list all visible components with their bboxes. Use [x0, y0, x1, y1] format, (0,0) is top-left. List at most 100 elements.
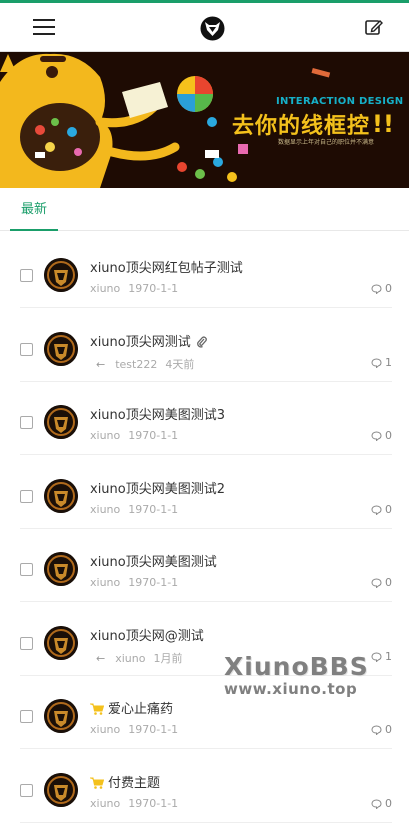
- thread-checkbox[interactable]: [20, 636, 33, 650]
- thread-date: 4天前: [165, 357, 195, 371]
- thread-author[interactable]: xiuno: [115, 652, 145, 665]
- avatar[interactable]: [44, 552, 78, 586]
- compose-icon[interactable]: [364, 17, 384, 37]
- thread-title[interactable]: xiuno顶尖网@测试: [90, 625, 204, 644]
- hamburger-icon[interactable]: [33, 19, 55, 37]
- thread-title-text[interactable]: 爱心止痛药: [108, 702, 173, 717]
- thread-title[interactable]: xiuno顶尖网美图测试3: [90, 404, 225, 423]
- thread-meta: xiuno 1970-1-1: [90, 576, 178, 589]
- reply-count: 0: [371, 282, 392, 295]
- comment-icon: [371, 356, 385, 369]
- thread-date: 1970-1-1: [128, 502, 179, 516]
- thread-title-text[interactable]: xiuno顶尖网@测试: [90, 629, 204, 644]
- thread-row[interactable]: 付费主题 xiuno 1970-1-1 0: [20, 750, 392, 823]
- thread-title[interactable]: xiuno顶尖网美图测试2: [90, 478, 225, 497]
- reply-count-value: 0: [385, 502, 392, 516]
- reply-arrow-icon: ←: [96, 651, 106, 665]
- reply-count-value: 1: [385, 355, 392, 369]
- reply-count-value: 0: [385, 576, 392, 589]
- thread-row[interactable]: xiuno顶尖网美图测试2 xiuno 1970-1-1 0: [20, 456, 392, 529]
- reply-count-value: 0: [385, 282, 392, 295]
- thread-checkbox[interactable]: [20, 783, 33, 797]
- thread-meta: xiuno 1970-1-1: [90, 797, 178, 810]
- thread-meta: xiuno 1970-1-1: [90, 723, 178, 736]
- tab-latest[interactable]: 最新: [10, 188, 58, 231]
- reply-count: 1: [371, 650, 392, 663]
- thread-author[interactable]: xiuno: [90, 429, 120, 442]
- thread-meta: ← test222 4天前: [90, 356, 194, 372]
- thread-checkbox[interactable]: [20, 563, 33, 576]
- thread-title-text[interactable]: xiuno顶尖网红包帖子测试: [90, 261, 243, 276]
- comment-icon: [371, 650, 385, 663]
- thread-author[interactable]: test222: [115, 358, 157, 371]
- thread-checkbox[interactable]: [20, 342, 33, 356]
- thread-title[interactable]: xiuno顶尖网美图测试: [90, 551, 217, 570]
- banner-subline: 数据显示上年对自己的职位并不满意: [278, 139, 375, 146]
- comment-icon: [371, 282, 385, 295]
- thread-row[interactable]: xiuno顶尖网红包帖子测试 xiuno 1970-1-1 0: [20, 235, 392, 308]
- tab-bar: 最新: [0, 188, 409, 231]
- comment-icon: [371, 797, 385, 810]
- banner[interactable]: INTERACTION DESIGN 去你的线框控 !! 数据显示上年对自己的职…: [0, 52, 409, 188]
- thread-title-text[interactable]: xiuno顶尖网测试: [90, 335, 191, 350]
- thread-author[interactable]: xiuno: [90, 723, 120, 736]
- banner-headline-cn: 去你的线框控: [232, 114, 371, 139]
- thread-row[interactable]: xiuno顶尖网美图测试3 xiuno 1970-1-1 0: [20, 382, 392, 455]
- avatar[interactable]: [44, 699, 78, 733]
- thread-meta: xiuno 1970-1-1: [90, 429, 178, 442]
- thread-meta: xiuno 1970-1-1: [90, 503, 178, 516]
- thread-date: 1970-1-1: [128, 429, 179, 442]
- thread-date: 1970-1-1: [128, 723, 179, 736]
- thread-title[interactable]: xiuno顶尖网测试: [90, 331, 208, 352]
- reply-count-value: 1: [385, 649, 392, 663]
- comment-icon: [371, 576, 385, 589]
- thread-row[interactable]: xiuno顶尖网美图测试 xiuno 1970-1-1 0: [20, 529, 392, 602]
- comment-icon: [371, 723, 385, 736]
- thread-author[interactable]: xiuno: [90, 503, 120, 516]
- reply-count: 0: [371, 797, 392, 810]
- watermark: XiunoBBS www.xiuno.top: [224, 652, 369, 698]
- thread-checkbox[interactable]: [20, 710, 33, 723]
- reply-count-value: 0: [385, 796, 392, 810]
- thread-title-text[interactable]: xiuno顶尖网美图测试3: [90, 408, 225, 423]
- thread-date: 1970-1-1: [128, 282, 179, 295]
- thread-checkbox[interactable]: [20, 269, 33, 282]
- avatar[interactable]: [44, 331, 78, 366]
- banner-exclaim: !!: [372, 110, 394, 138]
- avatar[interactable]: [44, 258, 78, 292]
- thread-meta: xiuno 1970-1-1: [90, 282, 178, 295]
- reply-count-value: 0: [385, 723, 392, 736]
- avatar[interactable]: [44, 772, 78, 807]
- thread-checkbox[interactable]: [20, 416, 33, 429]
- reply-count-value: 0: [385, 429, 392, 442]
- thread-title[interactable]: 付费主题: [90, 772, 160, 793]
- reply-arrow-icon: ←: [96, 357, 106, 371]
- avatar[interactable]: [44, 405, 78, 439]
- cart-icon: [90, 777, 105, 793]
- reply-count: 0: [371, 723, 392, 736]
- thread-title[interactable]: 爱心止痛药: [90, 698, 173, 719]
- thread-author[interactable]: xiuno: [90, 282, 120, 295]
- thread-date: 1970-1-1: [128, 576, 179, 589]
- thread-title-text[interactable]: xiuno顶尖网美图测试: [90, 555, 217, 570]
- thread-meta: ← xiuno 1月前: [90, 650, 182, 666]
- reply-count: 0: [371, 576, 392, 589]
- reply-count: 1: [371, 356, 392, 369]
- thread-row[interactable]: xiuno顶尖网测试 ← test222 4天前 1: [20, 309, 392, 382]
- thread-checkbox[interactable]: [20, 489, 33, 503]
- fox-logo-icon[interactable]: [200, 16, 225, 41]
- header: [0, 3, 409, 52]
- comment-icon: [371, 429, 385, 442]
- avatar[interactable]: [44, 625, 78, 660]
- thread-author[interactable]: xiuno: [90, 576, 120, 589]
- thread-title-text[interactable]: xiuno顶尖网美图测试2: [90, 482, 225, 497]
- thread-title-text[interactable]: 付费主题: [108, 776, 160, 791]
- thread-date: 1970-1-1: [128, 796, 179, 810]
- thread-title[interactable]: xiuno顶尖网红包帖子测试: [90, 257, 243, 276]
- comment-icon: [371, 503, 385, 516]
- avatar[interactable]: [44, 478, 78, 513]
- thread-author[interactable]: xiuno: [90, 797, 120, 810]
- paperclip-icon: [195, 335, 208, 352]
- watermark-brand: XiunoBBS: [224, 652, 369, 681]
- banner-headline-en: INTERACTION DESIGN: [276, 96, 404, 107]
